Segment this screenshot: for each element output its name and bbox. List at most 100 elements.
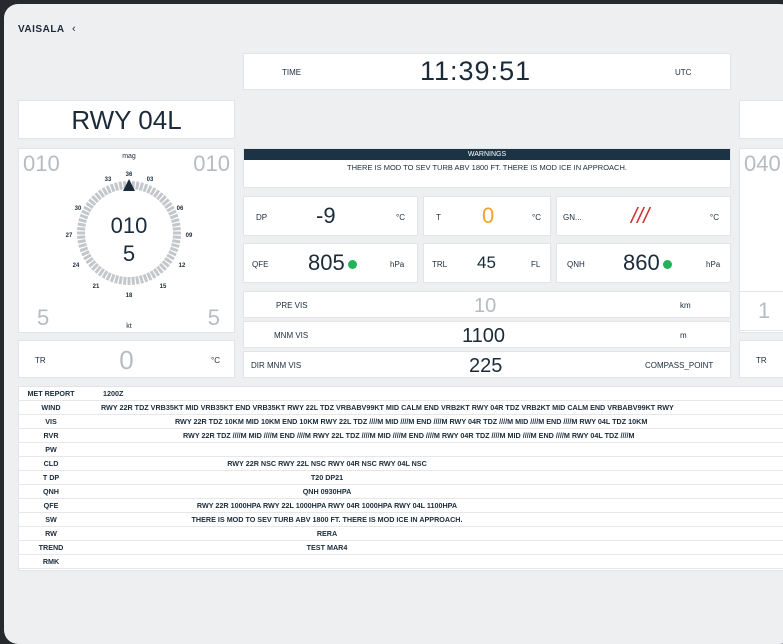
- compass-label-06: 06: [177, 206, 184, 212]
- pre-vis-value: 10: [474, 295, 497, 317]
- compass-label-33: 33: [105, 177, 112, 183]
- met-report-panel: MET REPORT 1200Z WIND RWY 22R TDZ VRB35KT…: [18, 386, 783, 571]
- dp-label: DP: [256, 213, 268, 222]
- compass-tick: [101, 187, 109, 196]
- compass-tick: [114, 275, 120, 284]
- met-row-value: T20 DP21: [83, 470, 783, 485]
- right-vis-panel: 1: [739, 291, 783, 331]
- app-screen: VAISALA ‹ TIME 11:39:51 UTC RWY 04L 010 …: [4, 4, 783, 644]
- compass-label-18: 18: [126, 293, 133, 299]
- tr-unit: °C: [211, 356, 220, 365]
- compass-tick: [118, 276, 123, 285]
- met-row-value: RWY 22R TDZ ////M MID ////M END ////M RW…: [83, 428, 783, 443]
- compass-label-30: 30: [75, 206, 82, 212]
- compass-tick: [122, 276, 127, 285]
- met-report-title: MET REPORT: [19, 387, 83, 401]
- met-row-key: T DP: [19, 470, 83, 485]
- warnings-text: THERE IS MOD TO SEV TURB ABV 1800 FT. TH…: [347, 163, 627, 172]
- runway-title-panel[interactable]: RWY 04L: [18, 100, 235, 139]
- met-row-value: RWY 22R TDZ 10KM MID 10KM END 10KM RWY 2…: [83, 414, 783, 429]
- qnh-label: QNH: [567, 260, 585, 269]
- qnh-value: 860: [623, 250, 660, 275]
- met-row-key: RW: [19, 526, 83, 541]
- dir-mnm-vis-unit: COMPASS_POINT: [645, 361, 714, 370]
- compass-tick: [105, 185, 112, 194]
- compass-label-15: 15: [160, 284, 167, 290]
- collapse-chevron-icon[interactable]: ‹: [72, 23, 76, 35]
- met-row-qfe: QFE RWY 22R 1000HPA RWY 22L 1000HPA RWY 0…: [19, 498, 783, 513]
- met-row-rmk: RMK: [19, 554, 783, 569]
- compass-tick: [138, 275, 144, 284]
- wind-direction-value: 010: [110, 213, 148, 238]
- compass-tick: [114, 182, 120, 191]
- vaisala-logo: VAISALA: [18, 24, 65, 35]
- compass-tick: [131, 276, 136, 285]
- wind-speed-min: 5: [37, 305, 50, 330]
- met-row-key: WIND: [19, 400, 83, 415]
- mnm-vis-unit: m: [680, 331, 687, 340]
- met-row-rvr: RVR RWY 22R TDZ ////M MID ////M END ////M…: [19, 428, 783, 443]
- met-row-value: TEST MAR4: [83, 540, 783, 555]
- dp-unit: °C: [396, 213, 405, 222]
- met-row-key: TREND: [19, 540, 83, 555]
- t-panel: T 0 °C: [423, 196, 551, 236]
- met-row-sw: SW THERE IS MOD TO SEV TURB ABV 1800 FT. …: [19, 512, 783, 527]
- met-row-value: RWY 22R 1000HPA RWY 22L 1000HPA RWY 04R …: [83, 498, 783, 513]
- met-row-value: RWY 22R NSC RWY 22L NSC RWY 04R NSC RWY …: [83, 456, 783, 471]
- compass-tick: [105, 272, 112, 281]
- compass-tick: [149, 270, 157, 279]
- compass-tick: [166, 205, 175, 213]
- met-row-key: RMK: [19, 554, 83, 569]
- right-vis-value: 1: [758, 298, 771, 323]
- qfe-unit: hPa: [390, 260, 405, 269]
- qnh-panel: QNH 860 hPa: [556, 243, 731, 283]
- compass-tick: [138, 182, 144, 191]
- compass-tick: [146, 272, 153, 281]
- wind-speed-value: 5: [122, 241, 136, 266]
- met-row-key: CLD: [19, 456, 83, 471]
- met-row-rw: RW RERA: [19, 526, 783, 541]
- compass-tick: [142, 183, 149, 193]
- gn-value: ///: [631, 203, 650, 228]
- dir-mnm-vis-panel: DIR MNM VIS 225 COMPASS_POINT: [243, 351, 731, 378]
- wind-speed-max: 5: [207, 305, 220, 330]
- runway-title: RWY 04L: [71, 105, 182, 135]
- met-report-time: 1200Z: [83, 387, 783, 401]
- time-value: 11:39:51: [420, 56, 532, 86]
- compass-tick: [146, 185, 153, 194]
- met-row-value: THERE IS MOD TO SEV TURB ABV 1800 FT. TH…: [83, 512, 783, 527]
- compass-tick: [135, 181, 140, 190]
- compass-tick: [109, 183, 116, 193]
- runway-title-panel-right[interactable]: [739, 100, 783, 139]
- met-row-key: RVR: [19, 428, 83, 443]
- tr-panel: TR 0 °C: [18, 340, 235, 378]
- pre-vis-unit: km: [680, 301, 691, 310]
- tr-value: 0: [119, 345, 134, 375]
- mnm-vis-label: MNM VIS: [274, 331, 309, 340]
- met-row-value: [83, 442, 783, 457]
- met-row-value: [83, 554, 783, 569]
- compass-tick: [109, 273, 116, 283]
- qfe-value: 805: [308, 250, 345, 275]
- dp-value: -9: [316, 203, 336, 228]
- tr-panel-right: TR: [739, 340, 783, 378]
- met-row-value: RWY 22R TDZ VRB35KT MID VRB35KT END VRB3…: [83, 400, 783, 415]
- compass-mag-label: mag: [122, 153, 136, 160]
- compass-tick: [149, 187, 157, 196]
- pre-vis-panel: PRE VIS 10 km: [243, 291, 731, 318]
- qfe-panel: QFE 805 hPa: [243, 243, 418, 283]
- met-header-row: MET REPORT 1200Z: [19, 387, 783, 401]
- trl-label: TRL: [432, 260, 448, 269]
- compass-tick: [83, 205, 92, 213]
- compass-tick: [135, 276, 140, 285]
- wind-speed-unit: kt: [126, 323, 132, 330]
- met-row-qnh: QNH QNH 0930HPA: [19, 484, 783, 499]
- met-row-vis: VIS RWY 22R TDZ 10KM MID 10KM END 10KM RW…: [19, 414, 783, 429]
- met-report-table: MET REPORT 1200Z WIND RWY 22R TDZ VRB35KT…: [19, 387, 783, 569]
- compass-label-21: 21: [93, 284, 100, 290]
- met-row-key: PW: [19, 442, 83, 457]
- met-row-key: VIS: [19, 414, 83, 429]
- met-row-cld: CLD RWY 22R NSC RWY 22L NSC RWY 04R NSC R…: [19, 456, 783, 471]
- compass-label-03: 03: [147, 177, 154, 183]
- time-zone: UTC: [675, 68, 692, 77]
